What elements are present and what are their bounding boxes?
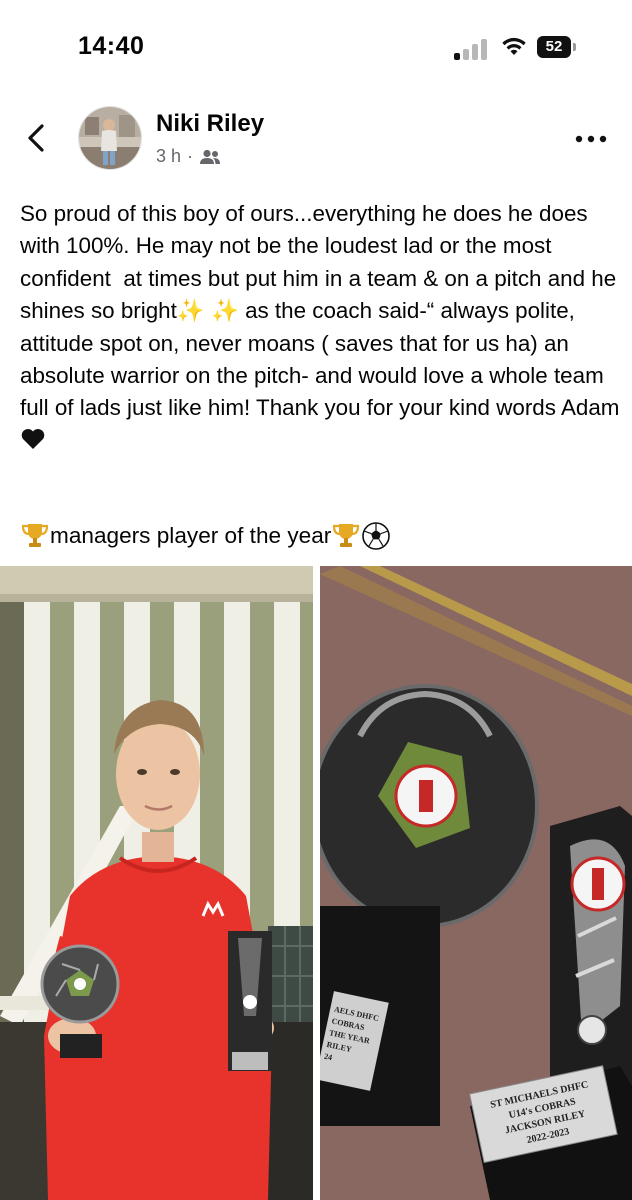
- sparkles-icon: ✨: [210, 298, 239, 324]
- trophy-icon: [21, 524, 49, 547]
- post-text: So proud of this boy of ours...everythin…: [20, 198, 620, 457]
- avatar[interactable]: [78, 106, 142, 170]
- photo-boy-with-trophies[interactable]: [0, 566, 313, 1200]
- sparkles-icon: ✨: [176, 298, 205, 324]
- more-options-icon[interactable]: [573, 128, 609, 150]
- friends-icon[interactable]: [199, 149, 221, 165]
- photo-trophies-closeup[interactable]: AELS DHFC COBRAS THE YEAR RILEY 24 ST MI…: [320, 566, 632, 1200]
- signal-icon: [454, 38, 488, 60]
- battery-level: 52: [545, 38, 563, 55]
- trophy-icon: [333, 524, 360, 547]
- author-name[interactable]: Niki Riley: [156, 110, 264, 138]
- post-caption: managers player of the year: [20, 516, 391, 556]
- post-time[interactable]: 3 h: [156, 146, 181, 167]
- back-icon[interactable]: [22, 118, 52, 158]
- meta-separator: ·: [187, 146, 194, 166]
- status-bar: 14:40 52: [0, 0, 632, 96]
- black-heart-icon: [21, 428, 45, 449]
- caption-text: managers player of the year: [50, 523, 332, 548]
- soccer-ball-icon: [362, 522, 391, 550]
- wifi-icon: [502, 37, 526, 55]
- status-time: 14:40: [78, 32, 145, 60]
- post-meta: 3 h ·: [156, 146, 221, 167]
- battery-icon: 52: [537, 36, 579, 58]
